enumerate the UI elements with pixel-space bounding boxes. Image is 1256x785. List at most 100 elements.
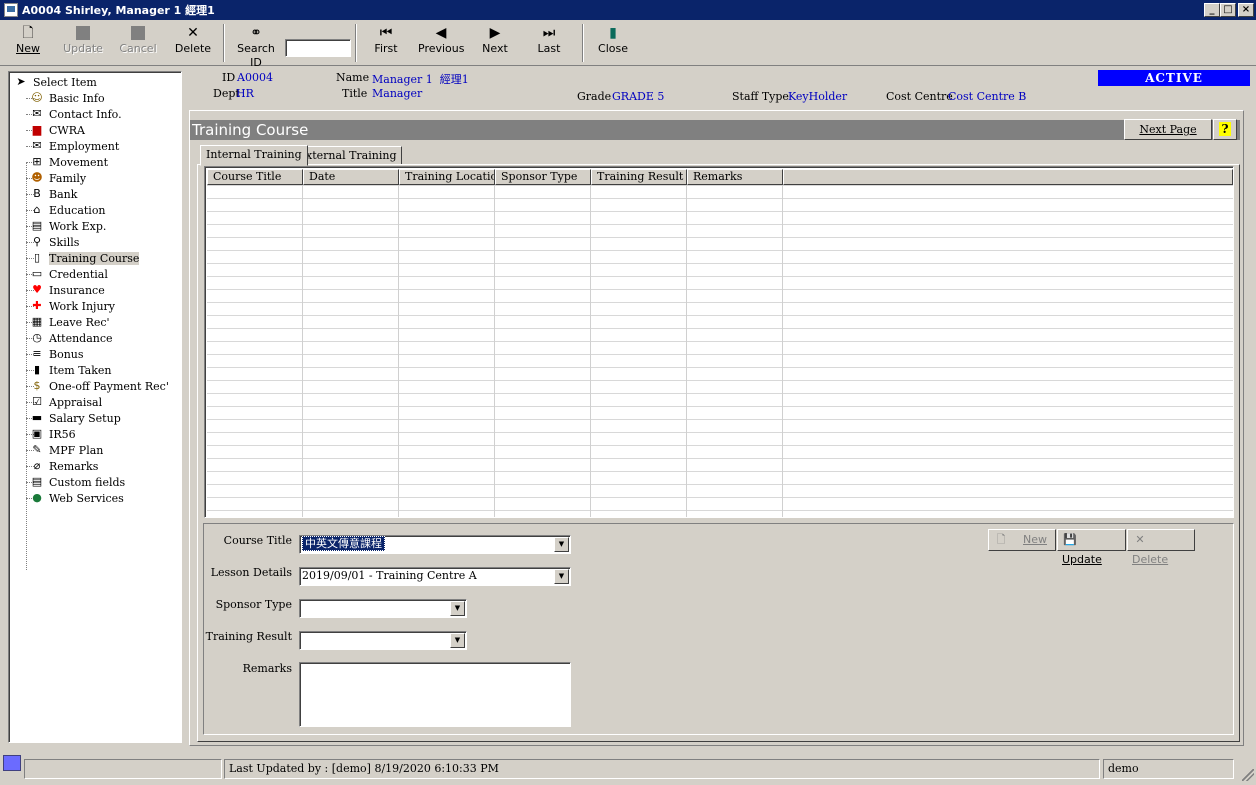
tree-item-custom-fields[interactable]: ▤ Custom fields <box>29 474 125 490</box>
tree-item-insurance[interactable]: ♥ Insurance <box>29 282 105 298</box>
salary-icon: ▬ <box>31 411 43 424</box>
close-button[interactable]: ▮ Close <box>596 24 630 62</box>
grid-body[interactable] <box>207 185 1233 517</box>
help-button[interactable]: ? <box>1213 119 1237 140</box>
close-window-button[interactable]: × <box>1238 3 1254 17</box>
employee-header: ID A0004 Dept HR Name Manager 1 經理1 Titl… <box>190 68 1256 110</box>
globe-icon: ● <box>32 491 42 504</box>
cross-icon: ✚ <box>32 299 42 312</box>
column-header-training-location[interactable]: Training Location <box>399 169 495 185</box>
new-button[interactable]: 🗋 New <box>12 24 44 62</box>
tree-item-label: Custom fields <box>49 475 126 489</box>
window-controls: _ □ × <box>1204 3 1254 17</box>
tree-item-bank[interactable]: B Bank <box>29 186 77 202</box>
last-button[interactable]: ⏭ Last <box>534 24 564 62</box>
heart-icon: ♥ <box>32 283 42 296</box>
tree-item-appraisal[interactable]: ☑ Appraisal <box>29 394 102 410</box>
record-update-button[interactable]: 💾Update <box>1057 529 1126 566</box>
search-id-input[interactable] <box>285 39 351 57</box>
tools-icon: ⚲ <box>32 235 42 248</box>
training-grid[interactable]: Course Title Date Training Location Spon… <box>204 166 1234 518</box>
cancel-button[interactable]: Cancel <box>118 24 158 62</box>
tree-item-work-injury[interactable]: ✚ Work Injury <box>29 298 115 314</box>
dropdown-arrow-icon[interactable]: ▼ <box>554 537 569 552</box>
column-header-remarks[interactable]: Remarks <box>687 169 783 185</box>
course-title-select[interactable]: 中英文傳意課程 ▼ <box>299 535 571 554</box>
dropdown-arrow-icon[interactable]: ▼ <box>450 601 465 616</box>
column-header-training-result[interactable]: Training Result <box>591 169 687 185</box>
tree-item-remarks[interactable]: ⌀ Remarks <box>29 458 99 474</box>
current-user: demo <box>1103 759 1234 779</box>
tree-item-one-off-payment-rec[interactable]: $ One-off Payment Rec' <box>29 378 169 394</box>
cancel-icon <box>118 24 158 42</box>
record-delete-button[interactable]: ✕Delete <box>1127 529 1195 566</box>
tree-item-leave-rec[interactable]: ▦ Leave Rec' <box>29 314 110 330</box>
window-title: A0004 Shirley, Manager 1 經理1 <box>22 4 215 17</box>
previous-record-icon: ◀ <box>435 25 447 41</box>
binoculars-icon: ⚭ <box>250 25 262 41</box>
tree-item-basic-info[interactable]: ☺ Basic Info <box>29 90 104 106</box>
dropdown-arrow-icon[interactable]: ▼ <box>554 569 569 584</box>
tree-item-training-course[interactable]: ▯ Training Course <box>29 250 140 266</box>
tree-item-employment[interactable]: ✉ Employment <box>29 138 119 154</box>
previous-button[interactable]: ◀ Previous <box>418 24 465 62</box>
tab-external-training[interactable]: External Training <box>292 146 403 165</box>
record-new-button[interactable]: 🗋 New <box>988 529 1056 551</box>
sponsor-type-select[interactable]: ▼ <box>299 599 467 618</box>
tree-item-label: MPF Plan <box>49 443 104 457</box>
remarks-textarea[interactable] <box>299 662 571 727</box>
grade-value: GRADE 5 <box>612 90 665 103</box>
resize-grip-icon[interactable] <box>1242 769 1254 781</box>
first-button[interactable]: ⏮ First <box>370 24 402 62</box>
next-button[interactable]: ▶ Next <box>480 24 510 62</box>
tree-item-web-services[interactable]: ● Web Services <box>29 490 124 506</box>
tree-item-cwra[interactable]: ▆ CWRA <box>29 122 85 138</box>
tree-item-bonus[interactable]: ≡ Bonus <box>29 346 83 362</box>
tree-item-education[interactable]: ⌂ Education <box>29 202 106 218</box>
person-icon: ☺ <box>31 91 43 104</box>
tree-item-family[interactable]: ☻ Family <box>29 170 86 186</box>
tree-item-ir56[interactable]: ▣ IR56 <box>29 426 76 442</box>
lesson-details-select[interactable]: 2019/09/01 - Training Centre A ▼ <box>299 567 571 586</box>
grade-label: Grade <box>577 90 612 103</box>
toolbar: 🗋 New Update Cancel ✕ Delete ⚭ Search ID… <box>0 20 1256 69</box>
staff-type-label: Staff Type <box>732 90 789 103</box>
column-header-course-title[interactable]: Course Title <box>207 169 303 185</box>
tab-internal-training[interactable]: Internal Training <box>200 145 308 166</box>
checklist-icon: ☑ <box>32 395 42 408</box>
dropdown-arrow-icon[interactable]: ▼ <box>450 633 465 648</box>
tree-item-contact-info[interactable]: ✉ Contact Info. <box>29 106 121 122</box>
minimize-button[interactable]: _ <box>1204 3 1220 17</box>
column-header-date[interactable]: Date <box>303 169 399 185</box>
mpf-icon: ✎ <box>32 443 42 456</box>
sponsor-type-label: Sponsor Type <box>215 598 292 611</box>
status-badge: ACTIVE <box>1098 70 1250 86</box>
course-title-value: 中英文傳意課程 <box>302 536 385 551</box>
delete-x-icon: ✕ <box>187 25 199 41</box>
envelope-icon: ✉ <box>32 107 42 120</box>
new-document-icon: 🗋 <box>22 25 34 41</box>
tree-item-skills[interactable]: ⚲ Skills <box>29 234 79 250</box>
tree-root[interactable]: ➤ Select Item <box>13 74 96 90</box>
grid-column-line <box>398 185 399 517</box>
tree-item-label: Item Taken <box>49 363 112 377</box>
tree-item-credential[interactable]: ▭ Credential <box>29 266 108 282</box>
tree-item-attendance[interactable]: ◷ Attendance <box>29 330 112 346</box>
update-button[interactable]: Update <box>62 24 104 62</box>
tree-item-label: Salary Setup <box>49 411 121 425</box>
tree-item-item-taken[interactable]: ▮ Item Taken <box>29 362 112 378</box>
training-result-select[interactable]: ▼ <box>299 631 467 650</box>
maximize-button[interactable]: □ <box>1220 3 1236 17</box>
search-id-button[interactable]: ⚭ Search ID <box>230 24 282 69</box>
delete-button[interactable]: ✕ Delete <box>174 24 212 62</box>
next-page-button[interactable]: Next Page <box>1124 119 1212 140</box>
column-header-sponsor-type[interactable]: Sponsor Type <box>495 169 591 185</box>
tree-item-mpf-plan[interactable]: ✎ MPF Plan <box>29 442 103 458</box>
toolbar-separator <box>582 24 584 62</box>
tree-item-salary-setup[interactable]: ▬ Salary Setup <box>29 410 121 426</box>
tree-item-movement[interactable]: ⊞ Movement <box>29 154 108 170</box>
delete-x-icon: ✕ <box>1135 533 1145 546</box>
clock-icon: ◷ <box>32 331 42 344</box>
bank-icon: B <box>33 187 41 200</box>
tree-item-work-exp[interactable]: ▤ Work Exp. <box>29 218 107 234</box>
